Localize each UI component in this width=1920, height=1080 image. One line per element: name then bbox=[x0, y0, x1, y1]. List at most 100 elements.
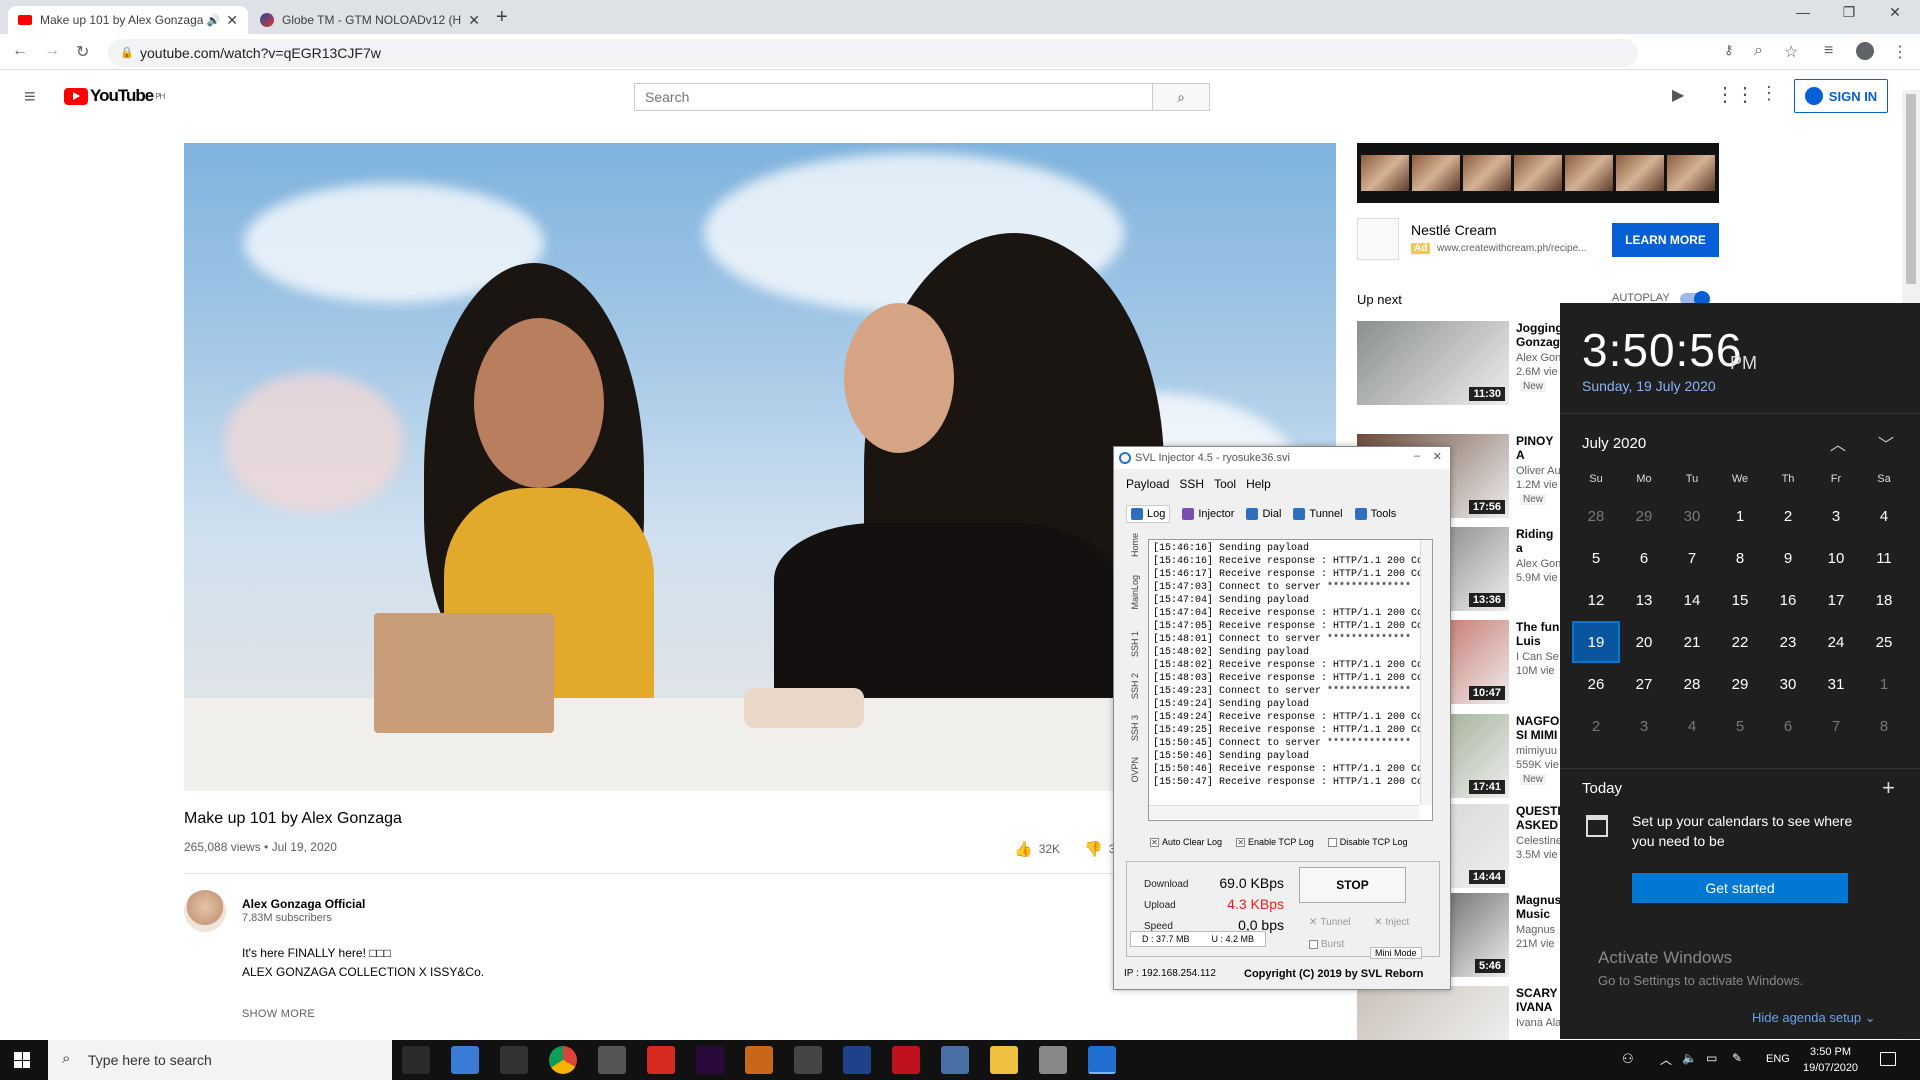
get-started-button[interactable]: Get started bbox=[1632, 873, 1848, 903]
key-icon[interactable]: ⚷ bbox=[1724, 42, 1734, 58]
search-button[interactable]: ⌕ bbox=[1153, 83, 1210, 111]
calendar-day[interactable]: 3 bbox=[1812, 495, 1860, 537]
learn-more-button[interactable]: LEARN MORE bbox=[1612, 223, 1719, 257]
taskbar-app-chart-icon[interactable] bbox=[941, 1046, 969, 1074]
youtube-logo[interactable]: YouTube PH bbox=[64, 86, 165, 106]
zoom-icon[interactable]: ⌕ bbox=[1754, 42, 1763, 60]
calendar-day[interactable]: 14 bbox=[1668, 579, 1716, 621]
calendar-day[interactable]: 28 bbox=[1572, 495, 1620, 537]
recommendation-channel[interactable]: Alex Gon bbox=[1516, 558, 1561, 570]
media-control-icon[interactable]: ≡ bbox=[1824, 42, 1833, 60]
calendar-day[interactable]: 1 bbox=[1716, 495, 1764, 537]
calendar-day[interactable]: 8 bbox=[1716, 537, 1764, 579]
recommendation-title[interactable]: Jogging Gonzag bbox=[1516, 321, 1561, 349]
new-tab-button[interactable]: + bbox=[496, 6, 508, 29]
chevron-up-icon[interactable]: ︿ bbox=[1830, 431, 1846, 455]
svl-side-tab-ssh3[interactable]: SSH 3 bbox=[1130, 715, 1140, 741]
svl-title-bar[interactable]: SVL Injector 4.5 - ryosuke36.svi – ✕ bbox=[1114, 447, 1450, 469]
calendar-day[interactable]: 30 bbox=[1668, 495, 1716, 537]
recommendation-title[interactable]: NAGFO SI MIMI bbox=[1516, 714, 1561, 742]
calendar-day[interactable]: 30 bbox=[1764, 663, 1812, 705]
sign-in-button[interactable]: SIGN IN bbox=[1794, 79, 1888, 113]
recommendation-channel[interactable]: Magnus bbox=[1516, 924, 1561, 936]
maximize-window-button[interactable]: ❐ bbox=[1826, 4, 1872, 21]
show-more-button[interactable]: SHOW MORE bbox=[242, 1008, 315, 1020]
chevron-down-icon[interactable]: ﹀ bbox=[1878, 431, 1894, 455]
like-count[interactable]: 32K bbox=[1039, 842, 1060, 856]
channel-name[interactable]: Alex Gonzaga Official bbox=[242, 897, 365, 911]
calendar-day[interactable]: 7 bbox=[1812, 705, 1860, 747]
taskbar-app-eye-icon[interactable] bbox=[500, 1046, 528, 1074]
burst-checkbox[interactable]: Burst bbox=[1309, 939, 1344, 950]
ad-banner-image[interactable] bbox=[1357, 143, 1719, 203]
recommendation-channel[interactable]: Oliver Au bbox=[1516, 465, 1561, 477]
recommendation-title[interactable]: QUESTI ASKED bbox=[1516, 804, 1561, 832]
network-icon[interactable]: ▭ bbox=[1706, 1051, 1717, 1065]
svl-side-tab-mainlog[interactable]: MainLog bbox=[1130, 575, 1140, 610]
calendar-full-date[interactable]: Sunday, 19 July 2020 bbox=[1582, 378, 1716, 394]
browser-tab-youtube[interactable]: Make up 101 by Alex Gonzaga 🔊 ✕ bbox=[8, 6, 248, 34]
recommendation-channel[interactable]: Alex Gon bbox=[1516, 352, 1561, 364]
settings-dots-icon[interactable]: ⋮ bbox=[1760, 83, 1778, 104]
svl-side-tab-ssh2[interactable]: SSH 2 bbox=[1130, 673, 1140, 699]
svl-log-option-checkbox[interactable]: ✕ Auto Clear Log bbox=[1150, 837, 1222, 847]
add-event-icon[interactable]: + bbox=[1882, 775, 1895, 801]
svl-menu-help[interactable]: Help bbox=[1246, 477, 1271, 491]
calendar-month-label[interactable]: July 2020 bbox=[1582, 435, 1646, 452]
svl-tab-log[interactable]: Log bbox=[1126, 505, 1171, 523]
taskbar-app-globe-icon[interactable] bbox=[1039, 1046, 1067, 1074]
taskbar-premiere-icon[interactable] bbox=[696, 1046, 724, 1074]
svl-log-horizontal-scrollbar[interactable] bbox=[1149, 805, 1419, 819]
svl-menu-payload[interactable]: Payload bbox=[1126, 477, 1169, 491]
taskbar-chrome-icon[interactable] bbox=[549, 1046, 577, 1074]
recommendation-title[interactable]: Riding a bbox=[1516, 527, 1561, 555]
calendar-day[interactable]: 19 bbox=[1572, 621, 1620, 663]
notifications-icon[interactable] bbox=[1880, 1052, 1896, 1066]
calendar-day[interactable]: 9 bbox=[1764, 537, 1812, 579]
people-icon[interactable]: ⚇ bbox=[1622, 1051, 1634, 1067]
calendar-day[interactable]: 7 bbox=[1668, 537, 1716, 579]
calendar-day[interactable]: 4 bbox=[1668, 705, 1716, 747]
thumbs-down-icon[interactable]: 👎 bbox=[1084, 840, 1103, 858]
calendar-day[interactable]: 27 bbox=[1620, 663, 1668, 705]
forward-arrow-icon[interactable]: → bbox=[44, 42, 60, 60]
recommendation-title[interactable]: PINOY A LLOYD C bbox=[1516, 434, 1561, 462]
back-arrow-icon[interactable]: ← bbox=[12, 42, 28, 60]
calendar-day[interactable]: 22 bbox=[1716, 621, 1764, 663]
calendar-day[interactable]: 1 bbox=[1860, 663, 1908, 705]
recommendation-channel[interactable]: Ivana Ala bbox=[1516, 1017, 1561, 1029]
tray-chevron-up-icon[interactable]: ︿ bbox=[1660, 1051, 1672, 1068]
pen-icon[interactable]: ✎ bbox=[1732, 1051, 1742, 1065]
svl-tab-injector[interactable]: Injector bbox=[1182, 505, 1234, 523]
calendar-day[interactable]: 6 bbox=[1620, 537, 1668, 579]
calendar-day[interactable]: 3 bbox=[1620, 705, 1668, 747]
taskbar-app-nba-icon[interactable] bbox=[843, 1046, 871, 1074]
recommendation-title[interactable]: Magnus Music V bbox=[1516, 893, 1561, 921]
svl-side-tab-ssh1[interactable]: SSH 1 bbox=[1130, 631, 1140, 657]
recommendation-thumbnail[interactable]: 11:30 bbox=[1357, 321, 1509, 405]
calendar-day[interactable]: 2 bbox=[1572, 705, 1620, 747]
channel-avatar[interactable] bbox=[184, 890, 226, 932]
calendar-day[interactable]: 16 bbox=[1764, 579, 1812, 621]
calendar-day[interactable]: 24 bbox=[1812, 621, 1860, 663]
svl-menu-tool[interactable]: Tool bbox=[1214, 477, 1236, 491]
taskbar-clock[interactable]: 3:50 PM 19/07/2020 bbox=[1803, 1044, 1858, 1076]
calendar-day[interactable]: 25 bbox=[1860, 621, 1908, 663]
page-scrollbar-thumb[interactable] bbox=[1906, 94, 1916, 284]
taskbar-acrobat-icon[interactable] bbox=[647, 1046, 675, 1074]
calendar-day[interactable]: 11 bbox=[1860, 537, 1908, 579]
profile-avatar-icon[interactable] bbox=[1856, 42, 1874, 60]
taskbar-app-orange-icon[interactable] bbox=[745, 1046, 773, 1074]
svl-log-option-checkbox[interactable]: Disable TCP Log bbox=[1327, 837, 1407, 847]
calendar-day[interactable]: 29 bbox=[1620, 495, 1668, 537]
calendar-day[interactable]: 18 bbox=[1860, 579, 1908, 621]
thumbs-up-icon[interactable]: 👍 bbox=[1014, 840, 1033, 858]
calendar-day[interactable]: 15 bbox=[1716, 579, 1764, 621]
svl-menu-ssh[interactable]: SSH bbox=[1179, 477, 1204, 491]
mini-mode-button[interactable]: Mini Mode bbox=[1370, 947, 1422, 959]
recommendation-channel[interactable]: mimiyuu bbox=[1516, 745, 1561, 757]
svl-log-vertical-scrollbar[interactable] bbox=[1420, 540, 1432, 805]
calendar-day[interactable]: 4 bbox=[1860, 495, 1908, 537]
taskbar-app-red-icon[interactable] bbox=[892, 1046, 920, 1074]
ad-url[interactable]: www.createwithcream.ph/recipe... bbox=[1437, 243, 1587, 254]
